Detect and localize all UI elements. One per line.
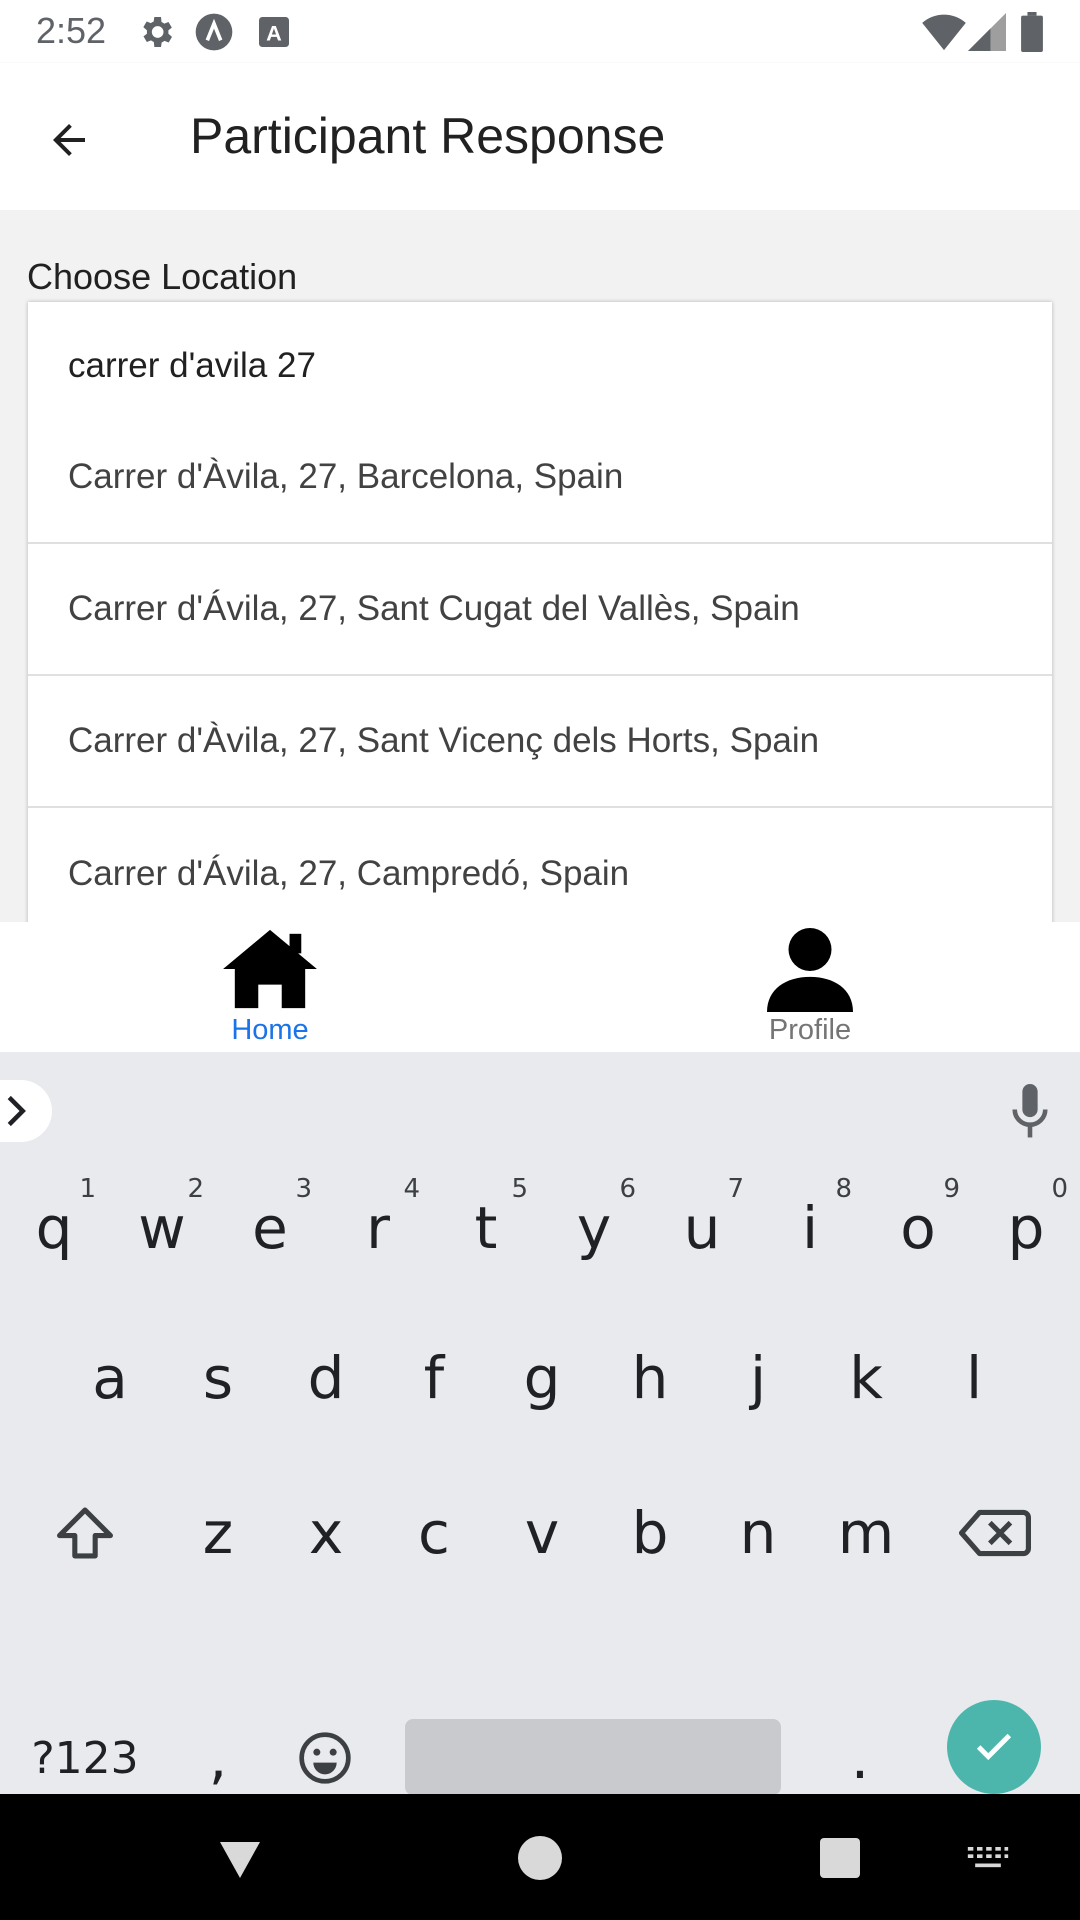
key-hint: 7 xyxy=(727,1174,744,1204)
key-j[interactable]: j xyxy=(704,1318,812,1438)
accessibility-icon xyxy=(195,13,233,51)
shift-key[interactable] xyxy=(30,1473,140,1593)
key-hint: 2 xyxy=(187,1174,204,1204)
key-v[interactable]: v xyxy=(488,1473,596,1593)
key-char: u xyxy=(683,1194,721,1262)
key-hint: 0 xyxy=(1051,1174,1068,1204)
key-g[interactable]: g xyxy=(488,1318,596,1438)
key-c[interactable]: c xyxy=(380,1473,488,1593)
key-char: i xyxy=(801,1194,819,1262)
key-char: p xyxy=(1007,1194,1045,1262)
key-hint: 1 xyxy=(79,1174,96,1204)
arrow-back-icon xyxy=(53,124,85,156)
mic-icon[interactable] xyxy=(1005,1084,1055,1140)
key-char: w xyxy=(138,1194,186,1262)
nav-home-label: Home xyxy=(231,1014,309,1046)
key-e[interactable]: e3 xyxy=(216,1168,324,1288)
settings-icon xyxy=(143,17,172,47)
key-m[interactable]: m xyxy=(812,1473,920,1593)
svg-text:A: A xyxy=(266,20,282,45)
key-f[interactable]: f xyxy=(380,1318,488,1438)
suggestion-item[interactable]: Carrer d'Ávila, 27, Campredó, Spain xyxy=(28,808,1052,922)
backspace-key[interactable] xyxy=(940,1473,1050,1593)
home-circle-icon[interactable] xyxy=(516,1834,564,1882)
key-char: t xyxy=(474,1194,498,1262)
key-s[interactable]: s xyxy=(164,1318,272,1438)
key-a[interactable]: a xyxy=(56,1318,164,1438)
recents-square-icon[interactable] xyxy=(816,1834,864,1882)
emoji-icon xyxy=(299,1732,351,1784)
back-button[interactable] xyxy=(30,101,108,179)
soft-keyboard: q1 w2 e3 r4 t5 y6 u7 i8 o9 p0 a s d f g … xyxy=(0,1052,1080,1795)
key-char: r xyxy=(366,1194,390,1262)
key-l[interactable]: l xyxy=(920,1318,1028,1438)
location-autocomplete: Carrer d'Àvila, 27, Barcelona, Spain Car… xyxy=(28,302,1052,922)
choose-location-label: Choose Location xyxy=(27,256,298,297)
system-navigation-bar xyxy=(0,1794,1080,1920)
enter-key[interactable] xyxy=(947,1700,1041,1794)
battery-icon xyxy=(1021,12,1043,52)
key-n[interactable]: n xyxy=(704,1473,812,1593)
key-char: y xyxy=(576,1194,612,1262)
keyboard-keys: q1 w2 e3 r4 t5 y6 u7 i8 o9 p0 a s d f g … xyxy=(0,1168,1080,1795)
keyboard-switch-icon[interactable] xyxy=(966,1834,1010,1882)
chevron-right-icon xyxy=(7,1095,26,1127)
status-time: 2:52 xyxy=(36,10,107,51)
key-hint: 3 xyxy=(295,1174,312,1204)
wifi-icon xyxy=(922,14,966,51)
key-char: q xyxy=(35,1194,73,1262)
space-key[interactable] xyxy=(405,1719,781,1795)
key-w[interactable]: w2 xyxy=(108,1168,216,1288)
key-hint: 9 xyxy=(943,1174,960,1204)
suggestion-item[interactable]: Carrer d'Àvila, 27, Sant Vicenç dels Hor… xyxy=(28,676,1052,808)
key-h[interactable]: h xyxy=(596,1318,704,1438)
key-d[interactable]: d xyxy=(272,1318,380,1438)
key-i[interactable]: i8 xyxy=(756,1168,864,1288)
key-hint: 4 xyxy=(403,1174,420,1204)
page-title: Participant Response xyxy=(190,108,666,164)
key-char: o xyxy=(900,1194,936,1262)
signal-icon xyxy=(968,13,1006,51)
location-search-input[interactable] xyxy=(68,336,1008,396)
key-u[interactable]: u7 xyxy=(648,1168,756,1288)
suggestion-item[interactable]: Carrer d'Ávila, 27, Sant Cugat del Vallè… xyxy=(28,544,1052,676)
main-content: Choose Location Carrer d'Àvila, 27, Barc… xyxy=(0,210,1080,922)
key-hint: 5 xyxy=(511,1174,528,1204)
check-icon xyxy=(976,1733,1012,1761)
suggestion-item[interactable]: Carrer d'Àvila, 27, Barcelona, Spain xyxy=(28,412,1052,544)
bottom-navigation: Home Profile xyxy=(0,922,1080,1052)
suggestion-list: Carrer d'Àvila, 27, Barcelona, Spain Car… xyxy=(28,412,1052,922)
keyboard-expand-button[interactable] xyxy=(0,1080,52,1142)
key-x[interactable]: x xyxy=(272,1473,380,1593)
keyboard-toolbar xyxy=(0,1052,1080,1168)
person-icon xyxy=(767,927,853,1012)
backspace-icon xyxy=(959,1509,1031,1557)
key-z[interactable]: z xyxy=(164,1473,272,1593)
key-y[interactable]: y6 xyxy=(540,1168,648,1288)
key-p[interactable]: p0 xyxy=(972,1168,1080,1288)
key-hint: 8 xyxy=(835,1174,852,1204)
key-t[interactable]: t5 xyxy=(432,1168,540,1288)
key-k[interactable]: k xyxy=(812,1318,920,1438)
home-icon xyxy=(223,929,317,1009)
shift-icon xyxy=(57,1507,113,1559)
key-q[interactable]: q1 xyxy=(0,1168,108,1288)
back-triangle-icon[interactable] xyxy=(216,1834,264,1882)
nav-profile[interactable]: Profile xyxy=(540,922,1080,1052)
key-o[interactable]: o9 xyxy=(864,1168,972,1288)
key-b[interactable]: b xyxy=(596,1473,704,1593)
app-bar: Participant Response xyxy=(0,63,1080,210)
key-r[interactable]: r4 xyxy=(324,1168,432,1288)
nav-home[interactable]: Home xyxy=(0,922,540,1052)
status-bar: 2:52 A xyxy=(0,0,1080,63)
text-a-icon: A xyxy=(259,17,289,47)
key-hint: 6 xyxy=(619,1174,636,1204)
key-char: e xyxy=(252,1194,288,1262)
nav-profile-label: Profile xyxy=(768,1014,852,1046)
